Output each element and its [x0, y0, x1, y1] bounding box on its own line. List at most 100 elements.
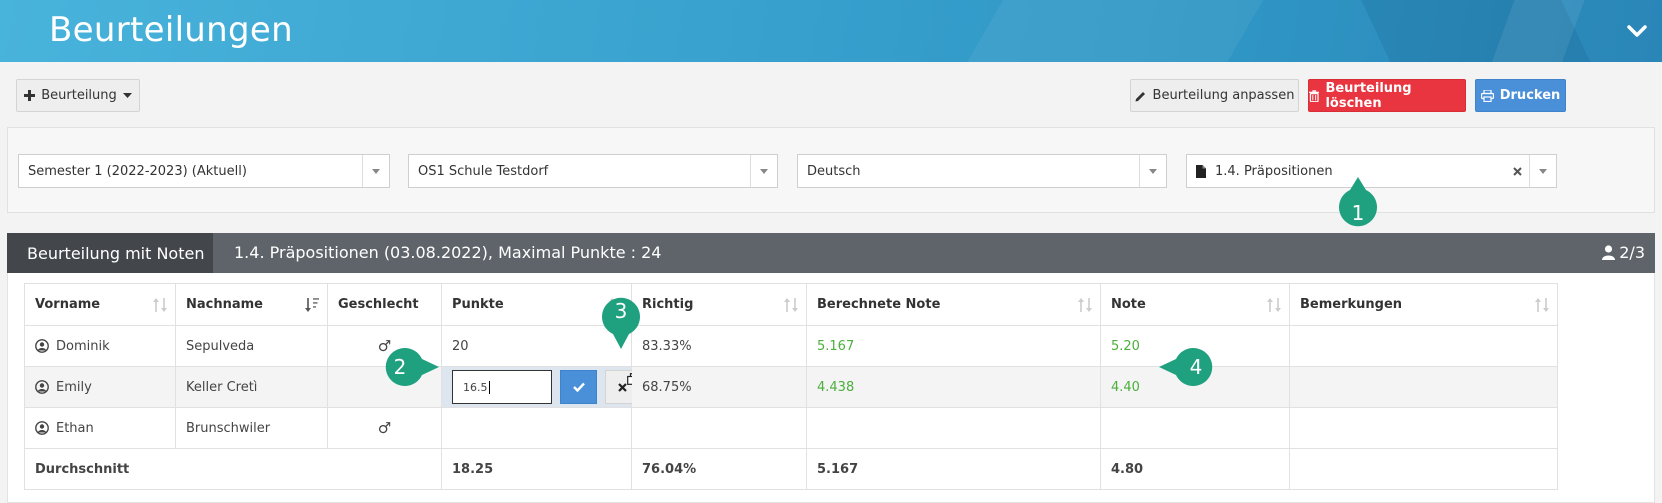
person-circle-icon [35, 380, 49, 394]
delete-assessment-label: Beurteilung löschen [1325, 80, 1412, 111]
average-richtig: 76.04% [631, 448, 807, 490]
column-label: Vorname [35, 297, 101, 312]
cell-vorname: Ethan [24, 407, 176, 449]
chevron-down-icon[interactable] [1626, 20, 1648, 42]
column-label: Richtig [642, 297, 694, 312]
page-header: Beurteilungen [0, 0, 1662, 62]
clear-icon[interactable] [1513, 167, 1522, 176]
chevron-down-icon[interactable] [362, 155, 389, 187]
person-circle-icon [35, 339, 49, 353]
cell-nachname: Brunschwiler [175, 407, 328, 449]
header-decoration [945, 0, 1275, 62]
semester-select[interactable]: Semester 1 (2022-2023) (Aktuell) [18, 154, 390, 188]
filter-panel: Semester 1 (2022-2023) (Aktuell) OS1 Sch… [7, 127, 1655, 213]
cell-richtig: 68.75% [631, 366, 807, 408]
cell-nachname: Sepulveda [175, 325, 328, 367]
chevron-down-icon[interactable] [1139, 155, 1166, 187]
column-label: Berechnete Note [817, 297, 941, 312]
check-icon [572, 382, 585, 392]
callout-number: 1 [1352, 201, 1365, 225]
callout-marker-4: 4 [1159, 348, 1213, 386]
callout-number: 3 [615, 299, 628, 323]
grades-table: Vorname Nachname Geschlecht Punkte Richt… [24, 283, 1558, 490]
pencil-icon [1135, 91, 1145, 101]
delete-assessment-button[interactable]: Beurteilung löschen [1308, 79, 1466, 112]
edit-assessment-button[interactable]: Beurteilung anpassen [1130, 79, 1299, 112]
confirm-button[interactable] [560, 370, 597, 404]
assessment-title: 1.4. Präpositionen (03.08.2022), Maximal… [234, 243, 662, 262]
add-assessment-label: Beurteilung [41, 88, 117, 103]
column-header-richtig[interactable]: Richtig [631, 283, 807, 326]
callout-number: 2 [394, 355, 407, 379]
school-value: OS1 Schule Testdorf [418, 163, 549, 179]
column-header-note[interactable]: Note [1100, 283, 1290, 326]
sort-icon[interactable] [784, 297, 798, 313]
points-input-value: 16.5 [463, 380, 488, 394]
average-bemerkungen [1289, 448, 1558, 490]
column-label: Geschlecht [338, 297, 419, 312]
sort-icon[interactable] [153, 297, 167, 313]
chevron-down-icon[interactable] [1529, 155, 1556, 187]
callout-marker-1: 1 [1339, 177, 1377, 227]
assessment-value: 1.4. Präpositionen [1215, 163, 1333, 179]
cell-bemerkungen[interactable] [1289, 407, 1558, 449]
user-icon [1602, 245, 1616, 260]
column-header-geschlecht[interactable]: Geschlecht [327, 283, 442, 326]
subject-select[interactable]: Deutsch [797, 154, 1167, 188]
table-header-row: Vorname Nachname Geschlecht Punkte Richt… [24, 283, 1558, 326]
male-icon: ♂ [377, 419, 392, 437]
chevron-down-icon[interactable] [750, 155, 777, 187]
table-row[interactable]: Dominik Sepulveda ♂ 20 83.33% 5.167 5.20 [24, 325, 1558, 367]
column-label: Punkte [452, 297, 504, 312]
semester-value: Semester 1 (2022-2023) (Aktuell) [28, 163, 247, 179]
sort-icon[interactable] [1535, 297, 1549, 313]
cell-vorname: Dominik [24, 325, 176, 367]
column-label: Bemerkungen [1300, 297, 1403, 312]
table-row[interactable]: Ethan Brunschwiler ♂ [24, 407, 1558, 449]
first-name: Emily [56, 379, 92, 395]
student-count: 2/3 [1602, 243, 1645, 262]
plus-icon [24, 90, 36, 101]
column-label: Nachname [186, 297, 264, 312]
cell-nachname: Keller Cretì [175, 366, 328, 408]
cell-bemerkungen[interactable] [1289, 325, 1558, 367]
average-berechnete-note: 5.167 [806, 448, 1101, 490]
points-input[interactable]: 16.5 [452, 370, 552, 404]
cell-bemerkungen[interactable] [1289, 366, 1558, 408]
column-header-bemerkungen[interactable]: Bemerkungen [1289, 283, 1558, 326]
print-label: Drucken [1499, 88, 1561, 103]
sort-icon[interactable] [1078, 297, 1092, 313]
cell-punkte[interactable] [441, 407, 632, 449]
subject-value: Deutsch [807, 163, 861, 179]
cell-geschlecht: ♂ [327, 407, 442, 449]
sort-desc-icon[interactable] [305, 297, 319, 313]
cell-richtig: 83.33% [631, 325, 807, 367]
print-button[interactable]: Drucken [1475, 79, 1566, 112]
edit-assessment-label: Beurteilung anpassen [1152, 88, 1295, 103]
average-note: 4.80 [1100, 448, 1290, 490]
caret-down-icon [122, 92, 132, 98]
sort-icon[interactable] [1267, 297, 1281, 313]
add-assessment-button[interactable]: Beurteilung [16, 79, 140, 112]
column-header-vorname[interactable]: Vorname [24, 283, 176, 326]
cell-punkte-editing: 16.5 [441, 366, 639, 408]
cell-vorname: Emily [24, 366, 176, 408]
table-row[interactable]: Emily Keller Cretì 16.5 68.75% 4.438 4.4… [24, 366, 1558, 408]
first-name: Dominik [56, 338, 110, 354]
callout-marker-2: 2 [385, 348, 439, 386]
cell-berechnete-note [806, 407, 1101, 449]
column-header-nachname[interactable]: Nachname [175, 283, 328, 326]
callout-number: 4 [1190, 355, 1203, 379]
callout-marker-3: 3 [602, 297, 640, 349]
tab-label: Beurteilung mit Noten [27, 243, 205, 263]
cell-note[interactable] [1100, 407, 1290, 449]
column-header-berechnete-note[interactable]: Berechnete Note [806, 283, 1101, 326]
print-icon [1480, 89, 1494, 102]
average-row: Durchschnitt 18.25 76.04% 5.167 4.80 [24, 448, 1558, 490]
page: Beurteilungen Beurteilung Beurteilung an… [0, 0, 1662, 503]
assessment-section-bar: Beurteilung mit Noten 1.4. Präpositionen… [7, 233, 1655, 273]
tab-assessment-with-grades[interactable]: Beurteilung mit Noten [7, 233, 213, 273]
person-circle-icon [35, 421, 49, 435]
cell-berechnete-note: 5.167 [806, 325, 1101, 367]
school-select[interactable]: OS1 Schule Testdorf [408, 154, 778, 188]
